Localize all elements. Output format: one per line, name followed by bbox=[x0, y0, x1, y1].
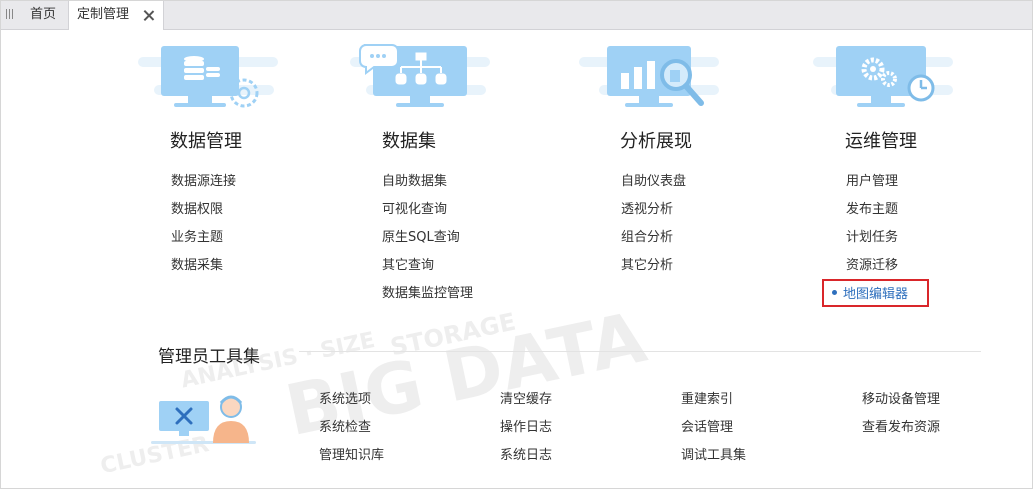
tool-operation-log[interactable]: 操作日志 bbox=[500, 416, 552, 435]
link-other-analysis[interactable]: 其它分析 bbox=[621, 256, 686, 284]
tool-system-check[interactable]: 系统检查 bbox=[319, 416, 371, 435]
link-data-permission[interactable]: 数据权限 bbox=[171, 200, 236, 228]
tool-system-log[interactable]: 系统日志 bbox=[500, 444, 552, 463]
database-settings-monitor-icon bbox=[138, 46, 278, 108]
link-map-editor-highlighted[interactable]: 地图编辑器 bbox=[822, 279, 929, 307]
gears-clock-monitor-icon bbox=[813, 46, 953, 107]
tool-system-options[interactable]: 系统选项 bbox=[319, 388, 371, 407]
bullet-dot-icon bbox=[832, 290, 837, 295]
link-self-service-dashboard[interactable]: 自助仪表盘 bbox=[621, 172, 686, 200]
admin-toolset-title: 管理员工具集 bbox=[158, 347, 260, 367]
tab-home[interactable]: 首页 bbox=[19, 1, 67, 29]
category-title: 数据集 bbox=[382, 131, 436, 152]
category-title: 数据管理 bbox=[170, 131, 242, 152]
link-publish-topic[interactable]: 发布主题 bbox=[846, 200, 898, 228]
bar-chart-magnifier-monitor-icon bbox=[579, 46, 719, 107]
svg-text:STORAGE: STORAGE bbox=[388, 308, 518, 362]
tool-mobile-device-management[interactable]: 移动设备管理 bbox=[862, 388, 940, 407]
dataset-chat-monitor-icon bbox=[350, 44, 490, 107]
close-icon[interactable] bbox=[143, 10, 154, 21]
tab-menu-grip-icon[interactable] bbox=[5, 9, 15, 19]
tool-debug-toolset[interactable]: 调试工具集 bbox=[681, 444, 746, 463]
tool-rebuild-index[interactable]: 重建索引 bbox=[681, 388, 733, 407]
admin-tools-person-icon bbox=[151, 395, 256, 444]
tool-clear-cache[interactable]: 清空缓存 bbox=[500, 388, 552, 407]
category-link-list: 数据源连接 数据权限 业务主题 数据采集 bbox=[171, 172, 236, 284]
link-self-service-dataset[interactable]: 自助数据集 bbox=[382, 172, 473, 200]
category-title: 运维管理 bbox=[845, 131, 917, 152]
link-combined-analysis[interactable]: 组合分析 bbox=[621, 228, 686, 256]
tool-knowledge-base[interactable]: 管理知识库 bbox=[319, 444, 384, 463]
link-visual-query[interactable]: 可视化查询 bbox=[382, 200, 473, 228]
category-link-list: 自助数据集 可视化查询 原生SQL查询 其它查询 数据集监控管理 bbox=[382, 172, 473, 312]
link-business-topic[interactable]: 业务主题 bbox=[171, 228, 236, 256]
category-link-list: 自助仪表盘 透视分析 组合分析 其它分析 bbox=[621, 172, 686, 284]
link-user-management[interactable]: 用户管理 bbox=[846, 172, 898, 200]
tool-session-management[interactable]: 会话管理 bbox=[681, 416, 733, 435]
link-dataset-monitor-management[interactable]: 数据集监控管理 bbox=[382, 284, 473, 312]
link-datasource-connection[interactable]: 数据源连接 bbox=[171, 172, 236, 200]
tab-custom-management[interactable]: 定制管理 bbox=[68, 1, 164, 30]
link-scheduled-tasks[interactable]: 计划任务 bbox=[846, 228, 898, 256]
link-pivot-analysis[interactable]: 透视分析 bbox=[621, 200, 686, 228]
tool-view-published-resources[interactable]: 查看发布资源 bbox=[862, 416, 940, 435]
link-map-editor-label: 地图编辑器 bbox=[843, 287, 909, 302]
link-data-collection[interactable]: 数据采集 bbox=[171, 256, 236, 284]
tab-label: 定制管理 bbox=[77, 7, 130, 22]
link-other-query[interactable]: 其它查询 bbox=[382, 256, 473, 284]
category-link-list: 用户管理 发布主题 计划任务 资源迁移 bbox=[846, 172, 898, 284]
customization-management-page: 首页 定制管理 BIG DATA ANALYSIS · SIZE CLUSTER… bbox=[0, 0, 1033, 489]
section-divider bbox=[299, 351, 981, 352]
tab-bar: 首页 定制管理 bbox=[1, 1, 1032, 30]
category-title: 分析展现 bbox=[620, 131, 692, 152]
link-native-sql-query[interactable]: 原生SQL查询 bbox=[382, 228, 473, 256]
